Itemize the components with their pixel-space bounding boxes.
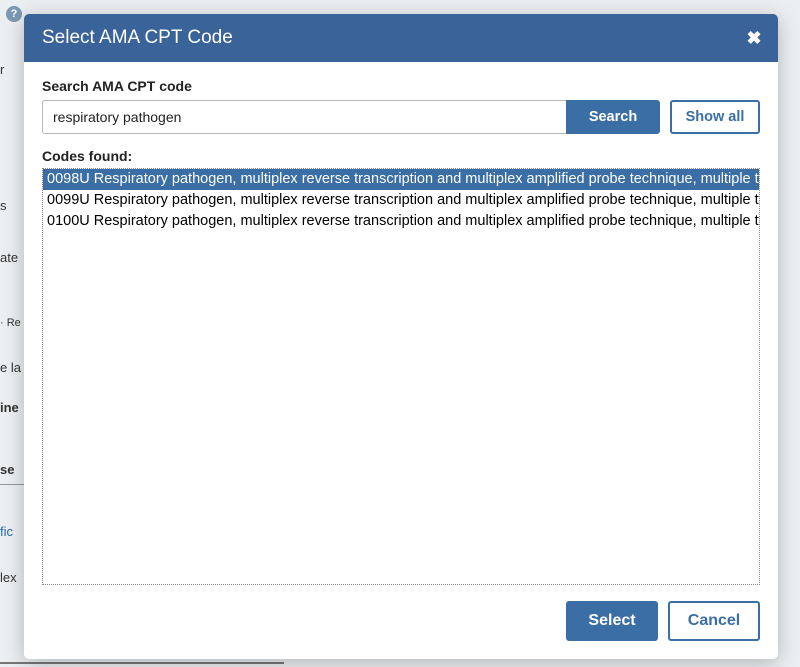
modal-footer: Select Cancel bbox=[24, 585, 778, 659]
code-row[interactable]: 0098U Respiratory pathogen, multiplex re… bbox=[43, 169, 759, 190]
close-icon[interactable]: ✖ bbox=[744, 28, 764, 48]
bg-text: ine bbox=[0, 400, 19, 415]
modal-title: Select AMA CPT Code bbox=[42, 27, 233, 49]
search-button[interactable]: Search bbox=[566, 100, 660, 134]
codes-found-label: Codes found: bbox=[42, 148, 760, 164]
bg-text: · Re bbox=[0, 317, 21, 329]
show-all-button[interactable]: Show all bbox=[670, 100, 760, 134]
codes-listbox[interactable]: 0098U Respiratory pathogen, multiplex re… bbox=[42, 168, 760, 585]
code-row[interactable]: 0099U Respiratory pathogen, multiplex re… bbox=[43, 190, 759, 211]
bg-text: s bbox=[0, 198, 7, 213]
select-button[interactable]: Select bbox=[566, 601, 658, 641]
cancel-button[interactable]: Cancel bbox=[668, 601, 760, 641]
help-icon[interactable]: ? bbox=[6, 6, 22, 22]
select-cpt-modal: Select AMA CPT Code ✖ Search AMA CPT cod… bbox=[24, 14, 778, 659]
modal-body: Search AMA CPT code Search Show all Code… bbox=[24, 62, 778, 585]
bg-text: r bbox=[0, 62, 4, 77]
search-row: Search Show all bbox=[42, 100, 760, 134]
code-row[interactable]: 0100U Respiratory pathogen, multiplex re… bbox=[43, 211, 759, 232]
bg-text: ate bbox=[0, 250, 18, 265]
bg-text: fic bbox=[0, 524, 13, 539]
search-input[interactable] bbox=[42, 100, 566, 134]
bg-text: lex bbox=[0, 570, 17, 585]
search-group: Search bbox=[42, 100, 660, 134]
modal-header: Select AMA CPT Code ✖ bbox=[24, 14, 778, 62]
bg-text: e la bbox=[0, 360, 21, 375]
bg-text: se bbox=[0, 462, 14, 477]
search-label: Search AMA CPT code bbox=[42, 78, 760, 94]
